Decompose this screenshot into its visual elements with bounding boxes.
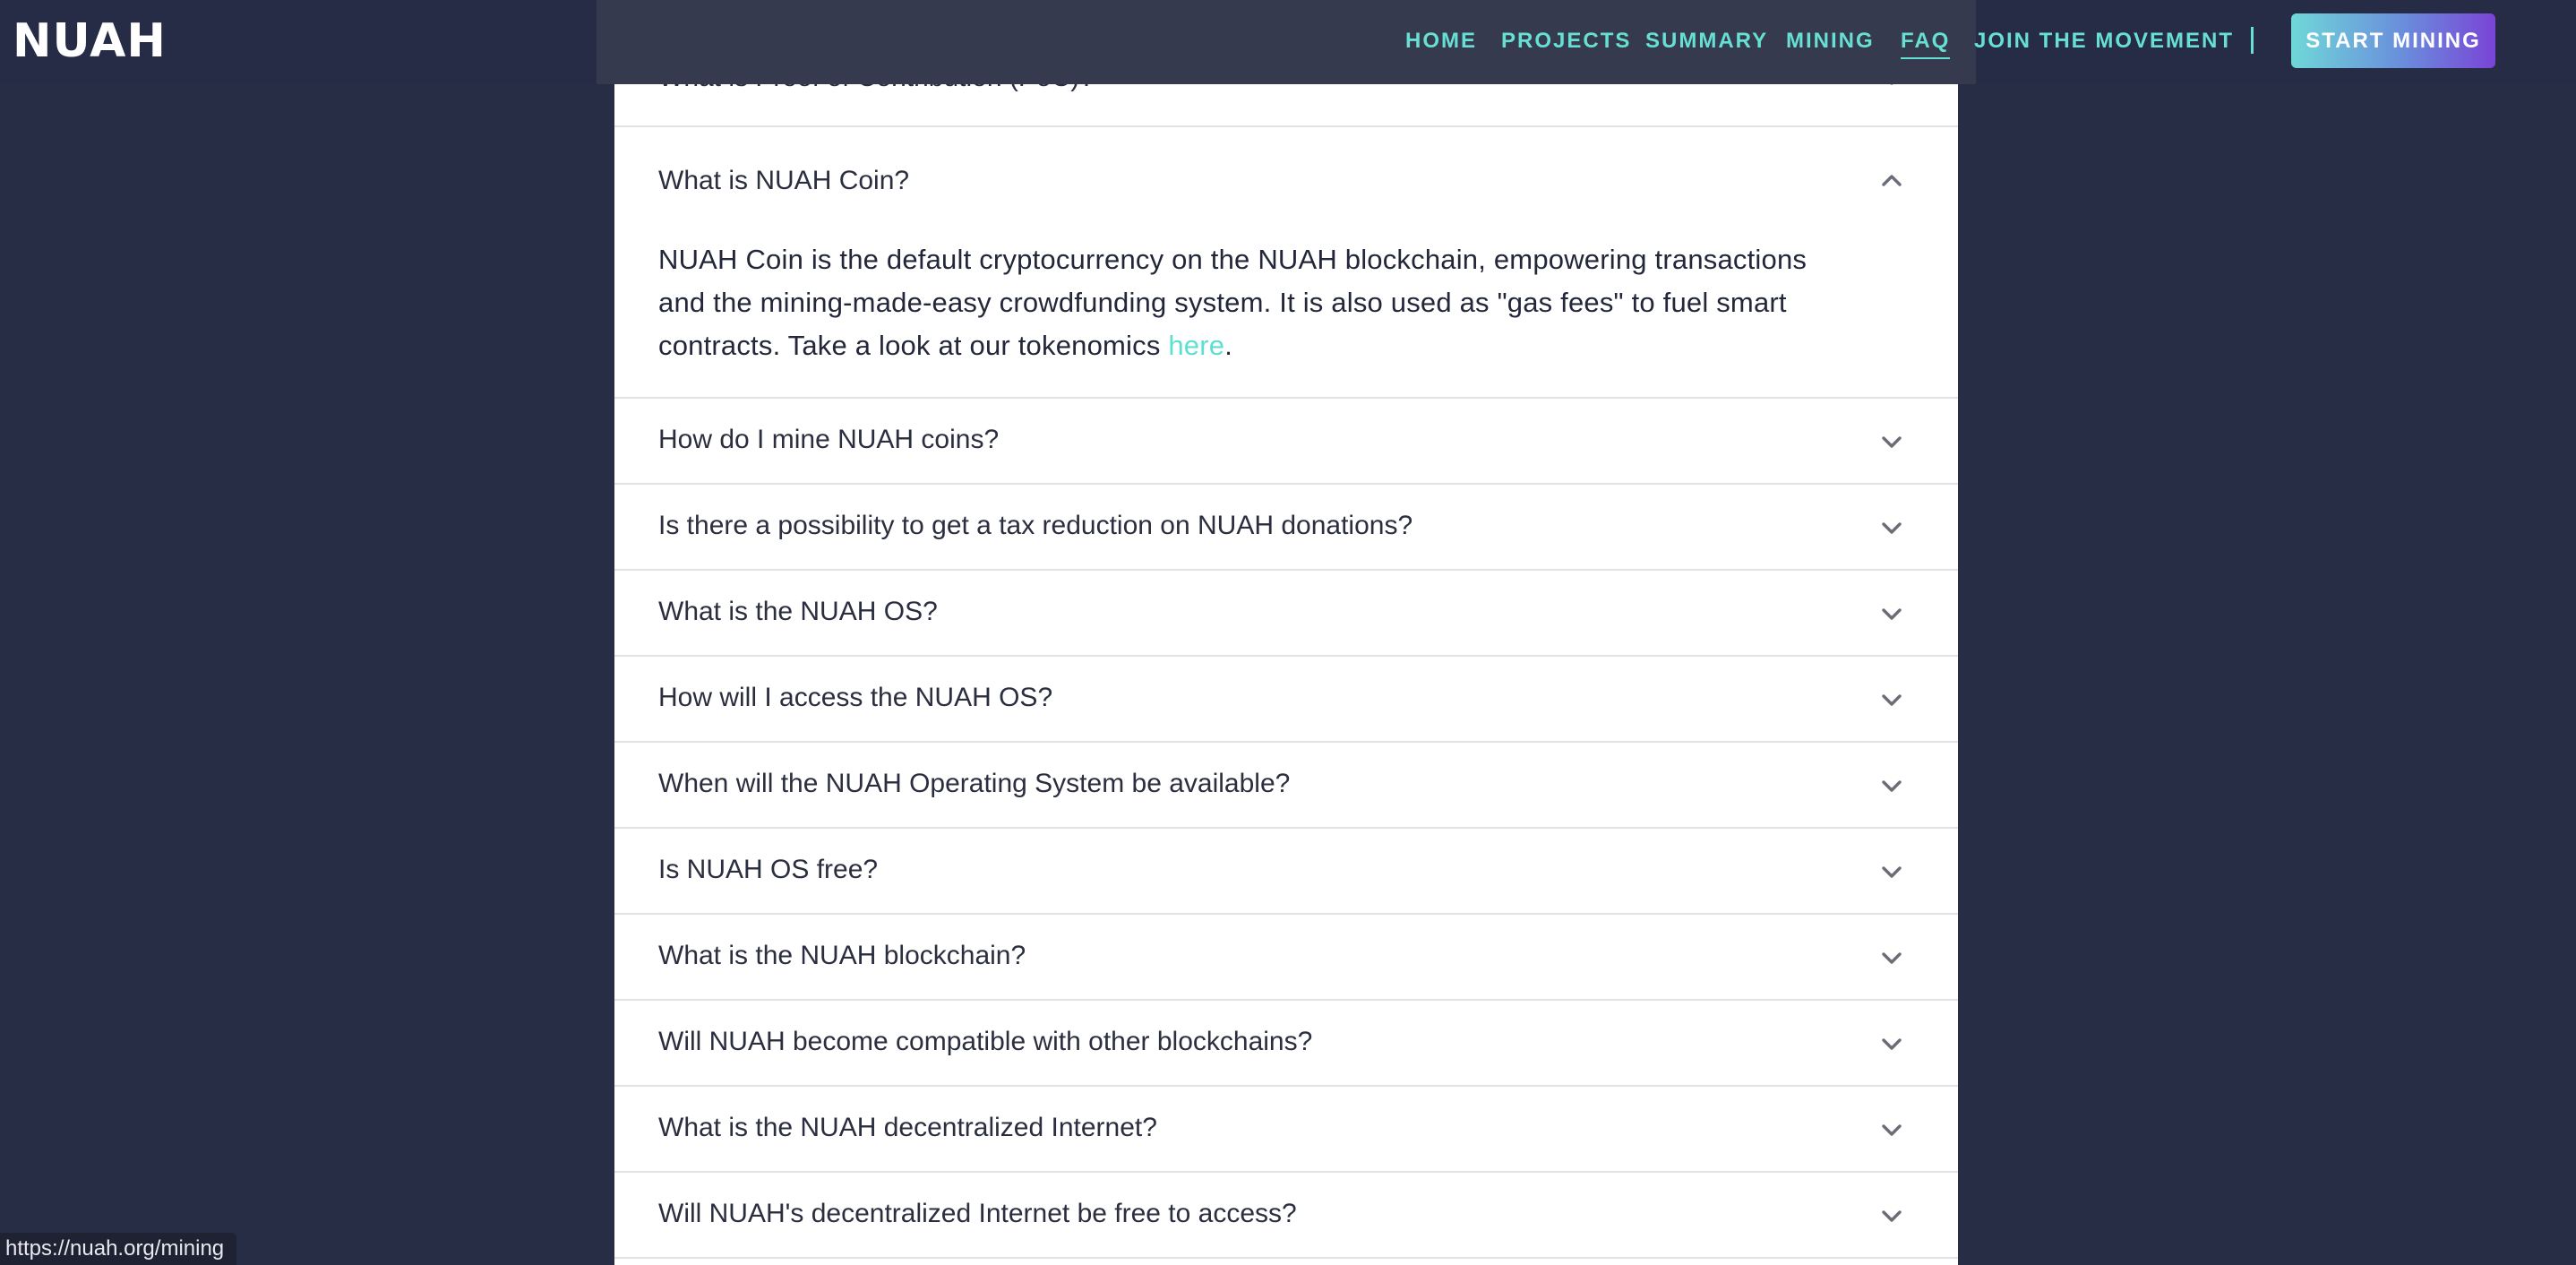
chevron-down-icon	[1877, 599, 1906, 628]
faq-answer: NUAH Coin is the default cryptocurrency …	[658, 238, 1921, 367]
tokenomics-link[interactable]: here	[1168, 330, 1224, 361]
faq-question[interactable]: What is NUAH Coin?	[658, 163, 909, 199]
chevron-up-icon[interactable]	[1877, 167, 1906, 195]
faq-answer-line: and the mining-made-easy crowdfunding sy…	[658, 287, 1787, 318]
faq-answer-text: contracts. Take a look at our tokenomics	[658, 330, 1169, 361]
faq-item[interactable]: Is there a possibility to get a tax redu…	[614, 485, 1958, 571]
chevron-down-icon	[1877, 943, 1906, 972]
nav-home[interactable]: HOME	[1405, 25, 1477, 57]
faq-item[interactable]: What is the NUAH OS?	[614, 571, 1958, 657]
page: What is Proof of Contribution (PoC)? Wha…	[0, 0, 2576, 1265]
nav-mining[interactable]: MINING	[1786, 25, 1875, 57]
nav-projects[interactable]: PROJECTS	[1501, 25, 1631, 57]
nav-divider	[2251, 27, 2254, 54]
chevron-down-icon	[1877, 1029, 1906, 1058]
faq-answer-text: .	[1224, 330, 1233, 361]
nav-faq[interactable]: FAQ	[1901, 25, 1951, 59]
faq-item[interactable]: Will NUAH become compatible with other b…	[614, 1001, 1958, 1087]
faq-question: What is the NUAH OS?	[658, 597, 938, 626]
faq-item[interactable]: Is NUAH OS free?	[614, 829, 1958, 915]
faq-answer-line: contracts. Take a look at our tokenomics…	[658, 324, 1921, 367]
site-header: NUAH HOME PROJECTS SUMMARY MINING FAQ JO…	[0, 0, 2576, 84]
faq-answer-line: NUAH Coin is the default cryptocurrency …	[658, 244, 1807, 275]
chevron-down-icon	[1877, 1201, 1906, 1230]
faq-question: Will NUAH become compatible with other b…	[658, 1027, 1313, 1056]
status-bar-url: https://nuah.org/mining	[0, 1233, 237, 1265]
faq-item[interactable]: What is the NUAH decentralized Internet?	[614, 1087, 1958, 1173]
faq-item[interactable]: How do I mine NUAH coins?	[614, 399, 1958, 485]
chevron-down-icon	[1877, 685, 1906, 714]
nuah-logo[interactable]: NUAH	[13, 14, 167, 68]
faq-item[interactable]: How will I access the NUAH OS?	[614, 657, 1958, 743]
chevron-down-icon	[1877, 513, 1906, 542]
chevron-down-icon	[1877, 1115, 1906, 1144]
chevron-down-icon	[1877, 857, 1906, 886]
faq-item[interactable]: When will the NUAH Operating System be a…	[614, 743, 1958, 829]
faq-question: How do I mine NUAH coins?	[658, 425, 1000, 454]
faq-question: When will the NUAH Operating System be a…	[658, 769, 1291, 798]
faq-question: What is the NUAH decentralized Internet?	[658, 1113, 1157, 1142]
faq-item[interactable]: What is the NUAH blockchain?	[614, 915, 1958, 1001]
faq-question: Is NUAH OS free?	[658, 855, 879, 884]
faq-item-expanded: What is NUAH Coin? NUAH Coin is the defa…	[614, 127, 1958, 399]
faq-panel: What is Proof of Contribution (PoC)? Wha…	[614, 0, 1958, 1265]
nav-summary[interactable]: SUMMARY	[1645, 25, 1768, 57]
nav-join-the-movement[interactable]: JOIN THE MOVEMENT	[1974, 25, 2234, 57]
start-mining-button[interactable]: START MINING	[2291, 13, 2495, 68]
faq-question: How will I access the NUAH OS?	[658, 683, 1053, 712]
chevron-down-icon	[1877, 427, 1906, 456]
faq-question: What is the NUAH blockchain?	[658, 941, 1026, 970]
faq-question: Is there a possibility to get a tax redu…	[658, 511, 1413, 540]
chevron-down-icon	[1877, 771, 1906, 800]
faq-question: Will NUAH's decentralized Internet be fr…	[658, 1199, 1297, 1228]
faq-item[interactable]: Will NUAH's decentralized Internet be fr…	[614, 1173, 1958, 1259]
